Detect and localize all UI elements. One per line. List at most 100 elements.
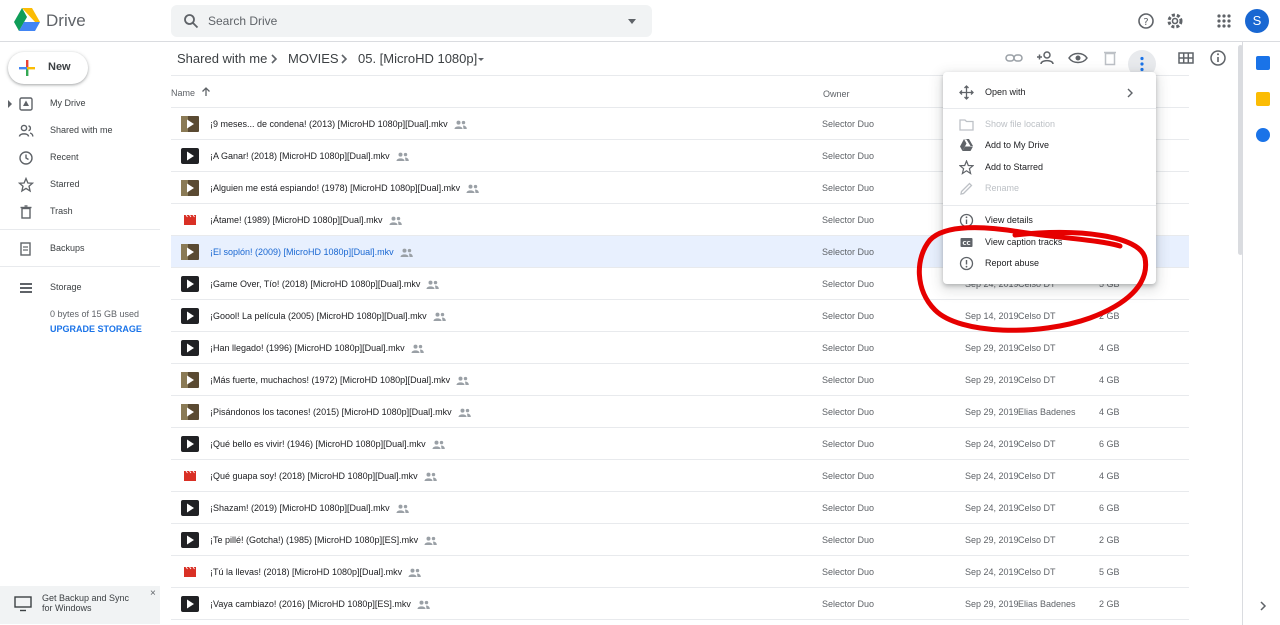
sidebar-item-recent[interactable]: Recent: [0, 145, 160, 171]
keep-icon[interactable]: [1256, 92, 1270, 106]
menu-item-add-to-starred[interactable]: Add to Starred: [943, 157, 1156, 178]
file-row[interactable]: ¡Qué bello es vivir! (1946) [MicroHD 108…: [171, 428, 1189, 460]
chevron-right-icon: [271, 54, 278, 64]
breadcrumb-item[interactable]: Shared with me: [177, 51, 267, 66]
help-icon[interactable]: ?: [1136, 11, 1156, 31]
sidebar-item-shared-with-me[interactable]: Shared with me: [0, 118, 160, 144]
upgrade-storage-link[interactable]: UPGRADE STORAGE: [50, 324, 142, 334]
sidebar-item-label: My Drive: [50, 98, 86, 108]
file-name[interactable]: ¡Shazam! (2019) [MicroHD 1080p][Dual].mk…: [210, 503, 409, 514]
file-modified-by: Celso DT: [1018, 567, 1056, 577]
file-name[interactable]: ¡Qué bello es vivir! (1946) [MicroHD 108…: [210, 439, 445, 450]
file-row[interactable]: ¡Más fuerte, muchachos! (1972) [MicroHD …: [171, 364, 1189, 396]
apps-icon[interactable]: [1214, 11, 1234, 31]
open-with-icon: [959, 85, 974, 100]
info-icon[interactable]: [1207, 47, 1229, 69]
file-name[interactable]: ¡Tú la llevas! (2018) [MicroHD 1080p][Du…: [210, 567, 421, 578]
breadcrumb-item[interactable]: MOVIES: [288, 51, 339, 66]
trash-icon[interactable]: [1099, 47, 1121, 69]
file-row[interactable]: ¡Han llegado! (1996) [MicroHD 1080p][Dua…: [171, 332, 1189, 364]
file-modified-by: Celso DT: [1018, 439, 1056, 449]
chevron-down-icon[interactable]: [475, 53, 487, 65]
menu-item-add-to-my-drive[interactable]: Add to My Drive: [943, 135, 1156, 156]
file-name[interactable]: ¡Más fuerte, muchachos! (1972) [MicroHD …: [210, 375, 469, 386]
file-owner: Selector Duo: [822, 471, 875, 481]
expand-icon[interactable]: [8, 100, 12, 108]
menu-item-view-details[interactable]: View details: [943, 210, 1156, 231]
link-icon[interactable]: [1003, 47, 1025, 69]
my-drive-icon: [19, 97, 33, 111]
drive-logo-icon[interactable]: [14, 8, 40, 32]
app-title[interactable]: Drive: [46, 11, 86, 31]
file-name[interactable]: ¡9 meses... de condena! (2013) [MicroHD …: [210, 119, 467, 130]
file-name[interactable]: ¡Te pillé! (Gotcha!) (1985) [MicroHD 108…: [210, 535, 437, 546]
file-name[interactable]: ¡Alguien me está espiando! (1978) [Micro…: [210, 183, 479, 194]
menu-item-open-with[interactable]: Open with: [943, 82, 1156, 103]
file-name[interactable]: ¡Vaya cambiazo! (2016) [MicroHD 1080p][E…: [210, 599, 430, 610]
calendar-icon[interactable]: [1256, 56, 1270, 70]
close-icon[interactable]: ×: [150, 588, 156, 599]
backup-sync-promo[interactable]: Get Backup and Sync for Windows ×: [0, 586, 160, 624]
chevron-right-icon: [1127, 88, 1133, 98]
sidebar-item-starred[interactable]: Starred: [0, 172, 160, 198]
sort-arrow-up-icon[interactable]: [200, 86, 212, 98]
divider: [943, 108, 1156, 109]
shared-people-icon: [417, 600, 430, 610]
shared-people-icon: [396, 152, 409, 162]
file-name[interactable]: ¡Átame! (1989) [MicroHD 1080p][Dual].mkv: [210, 215, 402, 226]
file-modified-date: Sep 29, 2019: [965, 407, 1019, 417]
file-name[interactable]: ¡Pisándonos los tacones! (2015) [MicroHD…: [210, 407, 471, 418]
sidebar-item-storage[interactable]: Storage: [0, 275, 160, 301]
file-name[interactable]: ¡Goool! La película (2005) [MicroHD 1080…: [210, 311, 446, 322]
video-file-icon: [181, 596, 199, 612]
file-name[interactable]: ¡Qué guapa soy! (2018) [MicroHD 1080p][D…: [210, 471, 437, 482]
menu-item-show-file-location[interactable]: Show file location: [943, 114, 1156, 135]
settings-icon[interactable]: [1165, 11, 1185, 31]
share-add-person-icon[interactable]: [1035, 47, 1057, 69]
sidebar-item-backups[interactable]: Backups: [0, 236, 160, 262]
storage-usage-text: 0 bytes of 15 GB used: [50, 309, 140, 319]
sidebar-item-trash[interactable]: Trash: [0, 199, 160, 225]
file-name[interactable]: ¡Game Over, Tío! (2018) [MicroHD 1080p][…: [210, 279, 440, 290]
video-file-icon: [181, 500, 199, 516]
clock-icon: [19, 151, 33, 165]
column-header-name[interactable]: Name: [171, 88, 195, 98]
breadcrumb-current[interactable]: 05. [MicroHD 1080p]: [358, 51, 477, 66]
file-name[interactable]: ¡Han llegado! (1996) [MicroHD 1080p][Dua…: [210, 343, 424, 354]
file-row[interactable]: ¡Goool! La película (2005) [MicroHD 1080…: [171, 300, 1189, 332]
video-file-icon: [181, 308, 199, 324]
file-size: 4 GB: [1099, 471, 1120, 481]
grid-view-icon[interactable]: [1175, 47, 1197, 69]
menu-item-rename[interactable]: Rename: [943, 178, 1156, 199]
search-bar[interactable]: Search Drive: [171, 5, 652, 37]
file-row[interactable]: ¡Shazam! (2019) [MicroHD 1080p][Dual].mk…: [171, 492, 1189, 524]
preview-eye-icon[interactable]: [1067, 47, 1089, 69]
file-row[interactable]: ¡Te pillé! (Gotcha!) (1985) [MicroHD 108…: [171, 524, 1189, 556]
file-owner: Selector Duo: [822, 311, 875, 321]
menu-item-report-abuse[interactable]: Report abuse: [943, 253, 1156, 274]
chevron-right-icon[interactable]: [1258, 600, 1268, 612]
search-input[interactable]: Search Drive: [208, 14, 277, 28]
search-options-icon[interactable]: [628, 19, 636, 24]
file-row[interactable]: ¡Tú la llevas! (2018) [MicroHD 1080p][Du…: [171, 556, 1189, 588]
file-name[interactable]: ¡A Ganar! (2018) [MicroHD 1080p][Dual].m…: [210, 151, 409, 162]
search-icon[interactable]: [183, 13, 199, 29]
video-thumbnail-icon: [181, 404, 199, 420]
new-button[interactable]: New: [8, 52, 88, 84]
file-row[interactable]: ¡Vaya cambiazo! (2016) [MicroHD 1080p][E…: [171, 588, 1189, 620]
tasks-icon[interactable]: [1256, 128, 1270, 142]
file-modified-date: Sep 24, 2019: [965, 567, 1019, 577]
column-header-owner[interactable]: Owner: [823, 89, 850, 99]
avatar[interactable]: S: [1245, 9, 1269, 33]
file-name[interactable]: ¡El soplón! (2009) [MicroHD 1080p][Dual]…: [210, 247, 413, 258]
divider: [0, 229, 160, 230]
backup-promo-text[interactable]: Get Backup and Sync for Windows: [42, 593, 142, 613]
menu-item-label: Add to Starred: [985, 162, 1044, 172]
file-row[interactable]: ¡Qué guapa soy! (2018) [MicroHD 1080p][D…: [171, 460, 1189, 492]
menu-item-view-caption-tracks[interactable]: CC View caption tracks: [943, 232, 1156, 253]
shared-people-icon: [408, 568, 421, 578]
shared-people-icon: [411, 344, 424, 354]
file-row[interactable]: ¡Pisándonos los tacones! (2015) [MicroHD…: [171, 396, 1189, 428]
computer-icon: [14, 596, 32, 612]
sidebar-item-my-drive[interactable]: My Drive: [0, 91, 160, 117]
